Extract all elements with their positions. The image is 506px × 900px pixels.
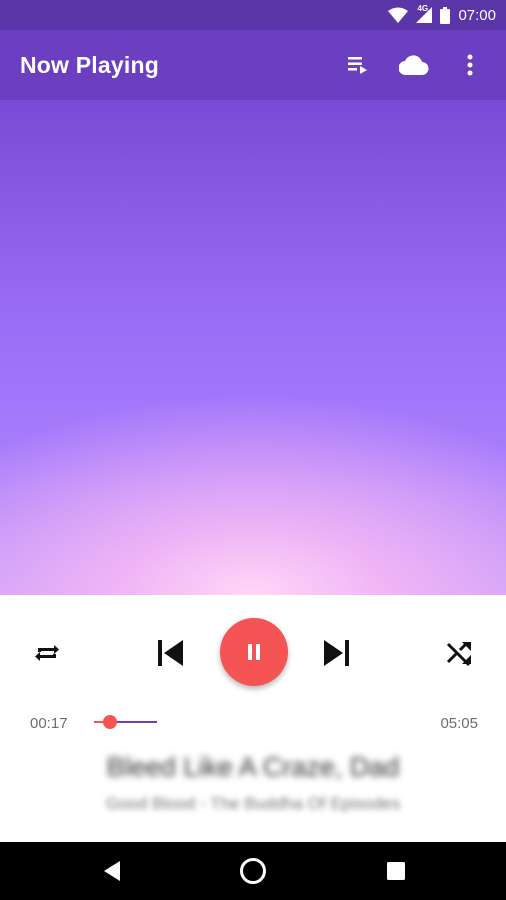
skip-next-icon <box>324 640 349 666</box>
nav-home-button[interactable] <box>223 842 283 900</box>
cloud-button[interactable] <box>392 43 436 87</box>
nav-recents-button[interactable] <box>366 842 426 900</box>
song-artist-album: Good Blood - The Buddha Of Episodes <box>105 794 401 813</box>
more-options-button[interactable] <box>448 43 492 87</box>
shuffle-icon <box>446 641 471 667</box>
elapsed-time: 00:17 <box>30 715 68 732</box>
skip-previous-icon <box>158 640 183 666</box>
player-controls: 00:17 05:05 Bleed Like A Craze, Dad Good… <box>0 595 506 842</box>
queue-icon <box>348 57 367 74</box>
nav-back-button[interactable] <box>82 842 142 900</box>
pause-button[interactable] <box>220 618 288 686</box>
home-icon <box>240 858 266 884</box>
back-icon <box>104 861 120 881</box>
pause-icon <box>248 644 260 660</box>
network-type-label: 4G <box>417 4 429 13</box>
status-bar: 4G 07:00 <box>0 0 506 30</box>
repeat-button[interactable] <box>25 631 69 675</box>
next-button[interactable] <box>315 631 359 675</box>
status-time: 07:00 <box>458 6 496 24</box>
page-title: Now Playing <box>20 51 159 78</box>
cellular-signal-icon: 4G <box>416 4 433 23</box>
cloud-icon <box>399 55 429 75</box>
system-nav-bar <box>0 842 506 900</box>
seek-bar-thumb[interactable] <box>103 715 117 729</box>
queue-button[interactable] <box>336 43 380 87</box>
more-vert-icon <box>467 54 473 76</box>
repeat-icon <box>35 645 59 661</box>
battery-icon <box>440 6 451 24</box>
song-title: Bleed Like A Craze, Dad <box>106 752 400 782</box>
shuffle-button[interactable] <box>437 631 481 675</box>
recents-icon <box>387 862 405 880</box>
app-bar: Now Playing <box>0 30 506 100</box>
previous-button[interactable] <box>148 631 192 675</box>
album-art <box>0 100 506 595</box>
wifi-icon <box>388 7 409 23</box>
app-bar-actions <box>324 30 492 100</box>
total-duration: 05:05 <box>440 715 478 732</box>
